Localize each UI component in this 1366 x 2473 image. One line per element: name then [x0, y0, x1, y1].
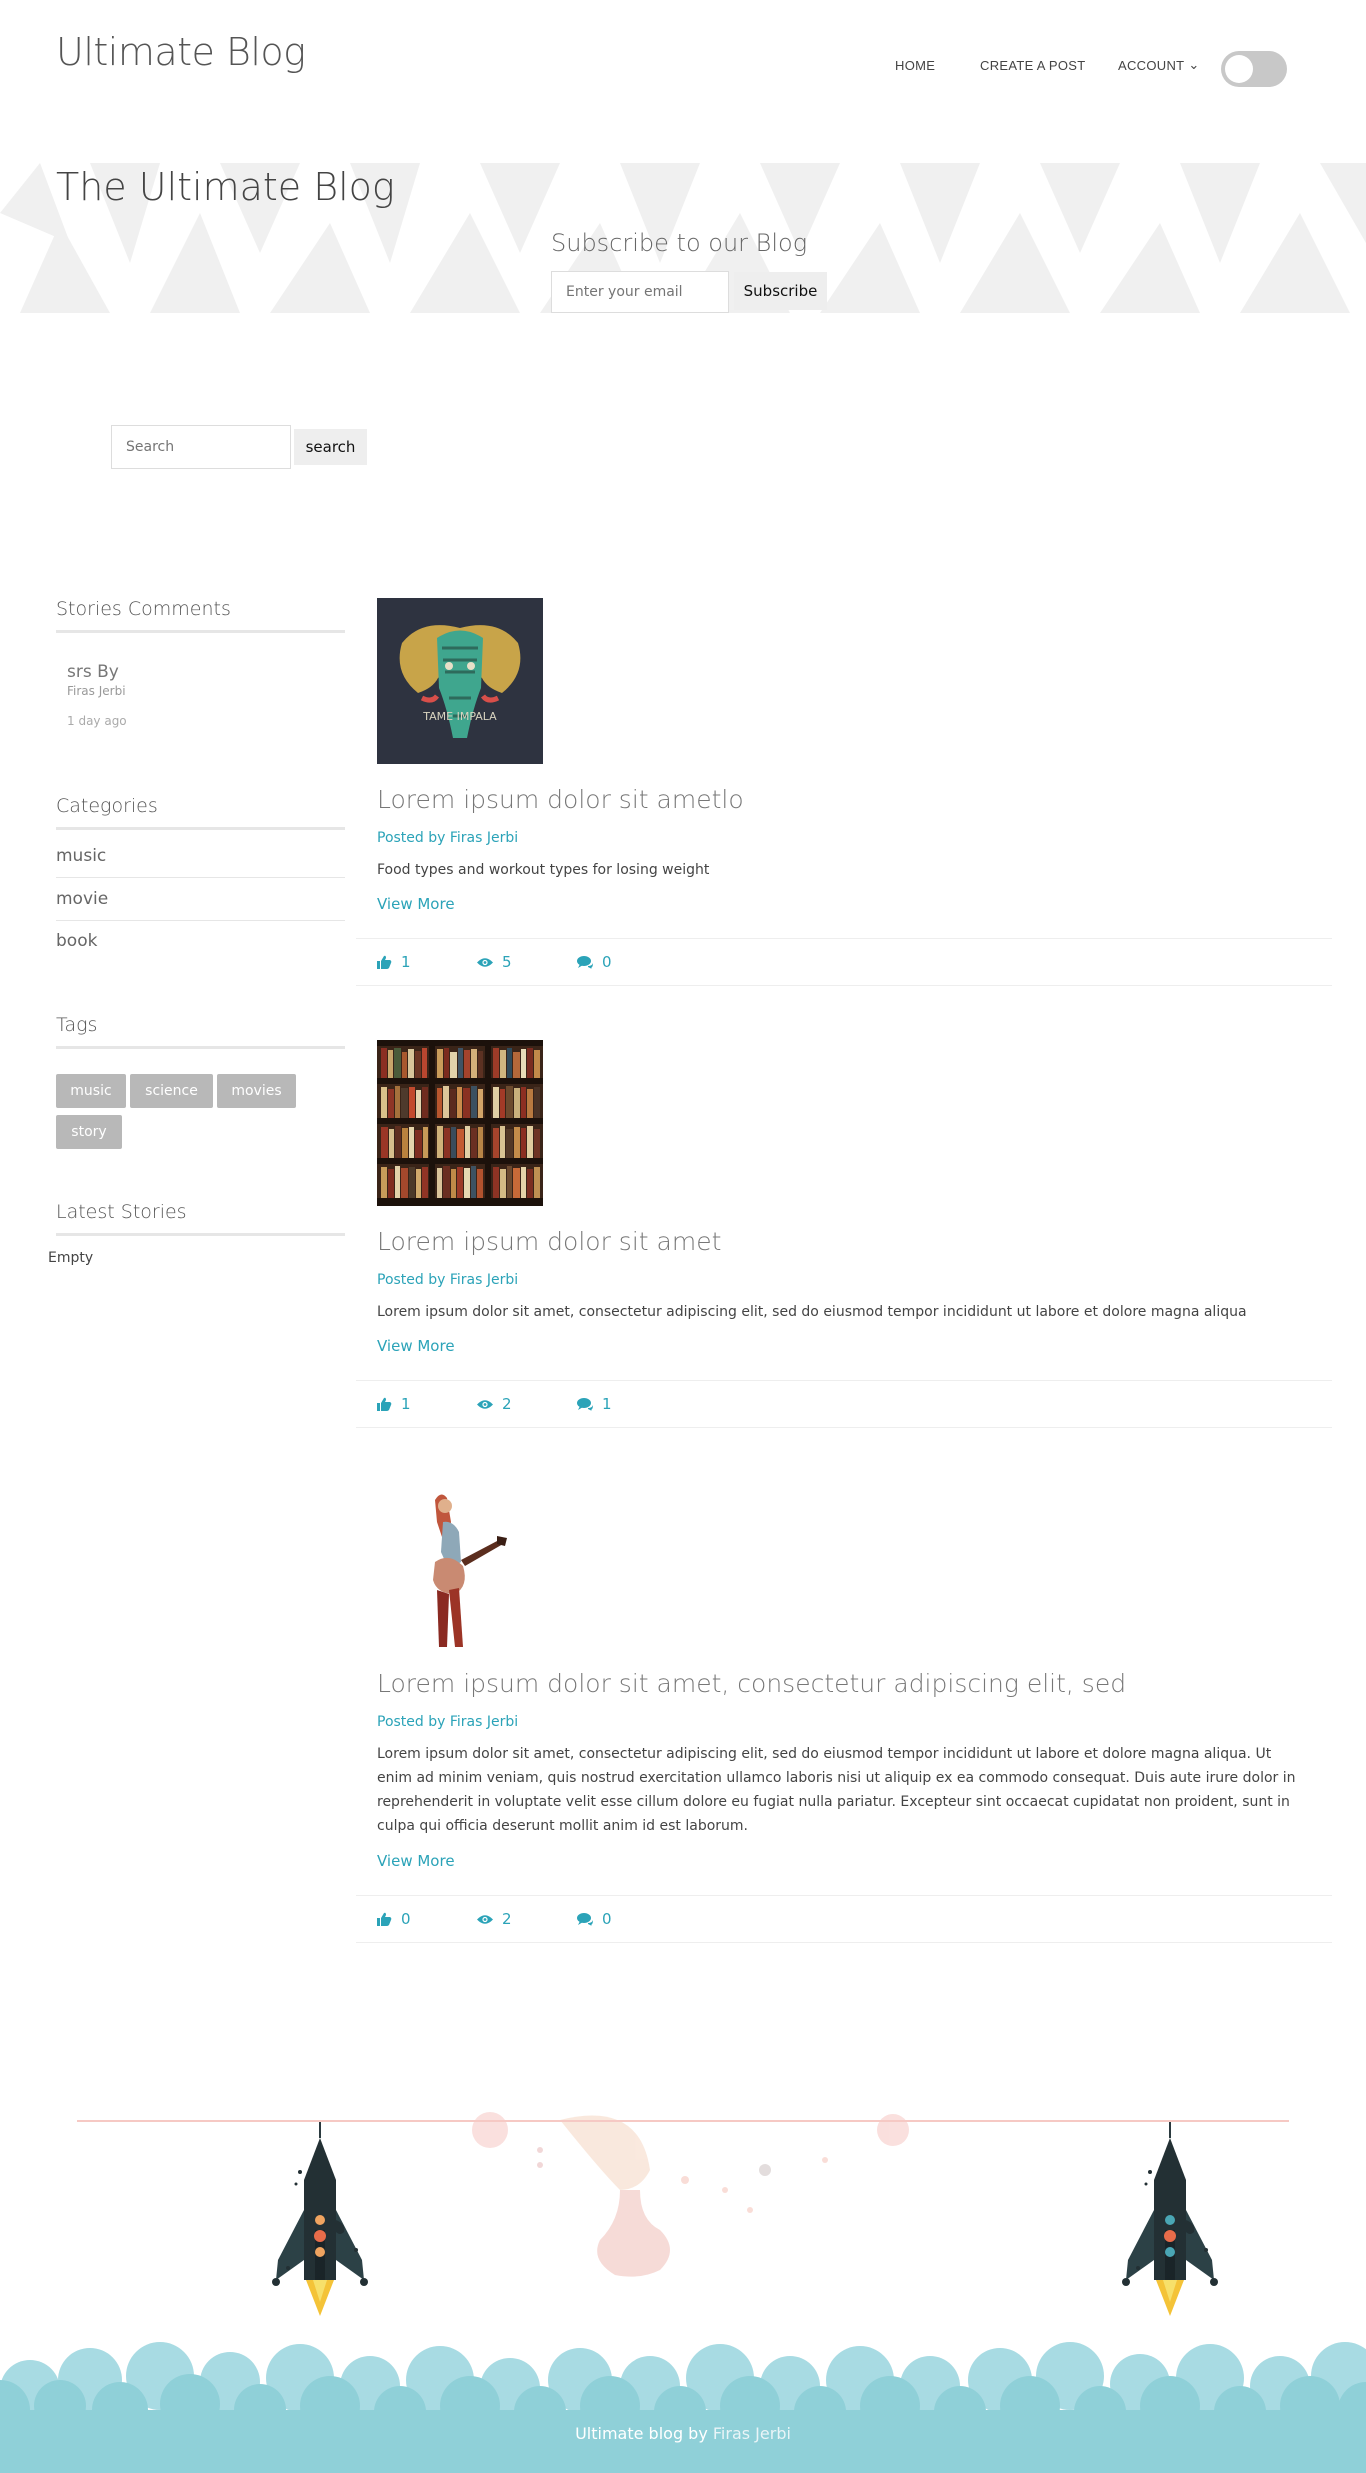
eye-icon	[477, 1399, 493, 1409]
comment-count: 0	[602, 953, 612, 971]
like-count: 0	[401, 1910, 411, 1928]
comments-stat[interactable]: 0	[577, 1910, 612, 1928]
post-image[interactable]: TAME IMPALA	[377, 598, 543, 764]
search-input[interactable]	[111, 425, 291, 469]
footer-illustration	[0, 2112, 1366, 2473]
post-excerpt: Lorem ipsum dolor sit amet, consectetur …	[377, 1746, 1296, 1834]
post-excerpt: Lorem ipsum dolor sit amet, consectetur …	[377, 1304, 1247, 1320]
category-item[interactable]: book	[56, 931, 345, 962]
like-button[interactable]: 0	[377, 1910, 411, 1928]
like-button[interactable]: 1	[377, 953, 411, 971]
footer-faded-ornaments	[472, 2112, 909, 2277]
comment-time: 1 day ago	[67, 714, 127, 728]
tags-heading: Tags	[56, 1014, 345, 1049]
post-author[interactable]: Posted by Firas Jerbi	[377, 830, 518, 846]
like-count: 1	[401, 1395, 411, 1413]
categories-heading: Categories	[56, 795, 345, 830]
tag-movies[interactable]: movies	[217, 1074, 296, 1108]
comment-count: 1	[602, 1395, 612, 1413]
view-count: 2	[502, 1395, 512, 1413]
search-button[interactable]: search	[294, 429, 367, 465]
comment-count: 0	[602, 1910, 612, 1928]
email-field[interactable]	[551, 271, 729, 313]
post-image[interactable]	[377, 1482, 543, 1648]
thumbs-up-icon	[377, 1912, 392, 1926]
post-stats: 1 2 1	[356, 1380, 1332, 1428]
view-more-link[interactable]: View More	[377, 1852, 455, 1870]
post-image[interactable]	[377, 1040, 543, 1206]
like-button[interactable]: 1	[377, 1395, 411, 1413]
comment-author: Firas Jerbi	[67, 684, 126, 698]
comments-icon	[577, 955, 593, 969]
nav-account[interactable]: ACCOUNT ⌄	[1118, 57, 1218, 74]
footer-divider	[77, 2120, 1289, 2122]
post-title[interactable]: Lorem ipsum dolor sit amet	[377, 1227, 721, 1256]
view-count: 2	[502, 1910, 512, 1928]
post-title[interactable]: Lorem ipsum dolor sit amet, consectetur …	[377, 1669, 1126, 1698]
tag-music[interactable]: music	[56, 1074, 126, 1108]
thumbs-up-icon	[377, 955, 392, 969]
thumbs-up-icon	[377, 1397, 392, 1411]
comments-icon	[577, 1397, 593, 1411]
views-stat: 2	[477, 1910, 512, 1928]
latest-empty: Empty	[48, 1250, 94, 1266]
subscribe-title: Subscribe to our Blog	[551, 229, 808, 257]
toggle-knob	[1225, 55, 1253, 83]
eye-icon	[477, 1914, 493, 1924]
category-item[interactable]: music	[56, 846, 345, 878]
post-author[interactable]: Posted by Firas Jerbi	[377, 1272, 518, 1288]
post-stats: 1 5 0	[356, 938, 1332, 986]
nav-account-label: ACCOUNT	[1118, 58, 1185, 73]
comment-title[interactable]: srs By	[67, 662, 119, 682]
post-stats: 0 2 0	[356, 1895, 1332, 1943]
like-count: 1	[401, 953, 411, 971]
post-author[interactable]: Posted by Firas Jerbi	[377, 1714, 518, 1730]
theme-toggle[interactable]	[1221, 51, 1287, 87]
tag-story[interactable]: story	[56, 1115, 122, 1149]
comments-stat[interactable]: 1	[577, 1395, 612, 1413]
site-title[interactable]: Ultimate Blog	[56, 30, 306, 74]
view-more-link[interactable]: View More	[377, 1337, 455, 1355]
footer-credit: Ultimate blog by Firas Jerbi	[0, 2424, 1366, 2443]
banner-title: The Ultimate Blog	[56, 165, 395, 209]
nav-home[interactable]: HOME	[895, 58, 945, 73]
comments-heading: Stories Comments	[56, 598, 345, 633]
subscribe-button[interactable]: Subscribe	[734, 272, 827, 310]
footer-author-link[interactable]: Firas Jerbi	[713, 2424, 791, 2443]
rocket-left-icon	[272, 2120, 368, 2316]
svg-text:TAME IMPALA: TAME IMPALA	[422, 710, 497, 723]
latest-heading: Latest Stories	[56, 1201, 345, 1236]
comments-stat[interactable]: 0	[577, 953, 612, 971]
views-stat: 2	[477, 1395, 512, 1413]
tag-science[interactable]: science	[130, 1074, 213, 1108]
view-count: 5	[502, 953, 512, 971]
view-more-link[interactable]: View More	[377, 895, 455, 913]
eye-icon	[477, 957, 493, 967]
post-title[interactable]: Lorem ipsum dolor sit ametlo	[377, 785, 744, 814]
views-stat: 5	[477, 953, 512, 971]
nav-create-post[interactable]: CREATE A POST	[980, 58, 1100, 73]
rocket-right-icon	[1122, 2120, 1218, 2316]
footer-text: Ultimate blog by	[575, 2424, 713, 2443]
post-excerpt: Food types and workout types for losing …	[377, 862, 710, 878]
chevron-down-icon: ⌄	[1188, 57, 1200, 72]
category-item[interactable]: movie	[56, 889, 345, 921]
comments-icon	[577, 1912, 593, 1926]
